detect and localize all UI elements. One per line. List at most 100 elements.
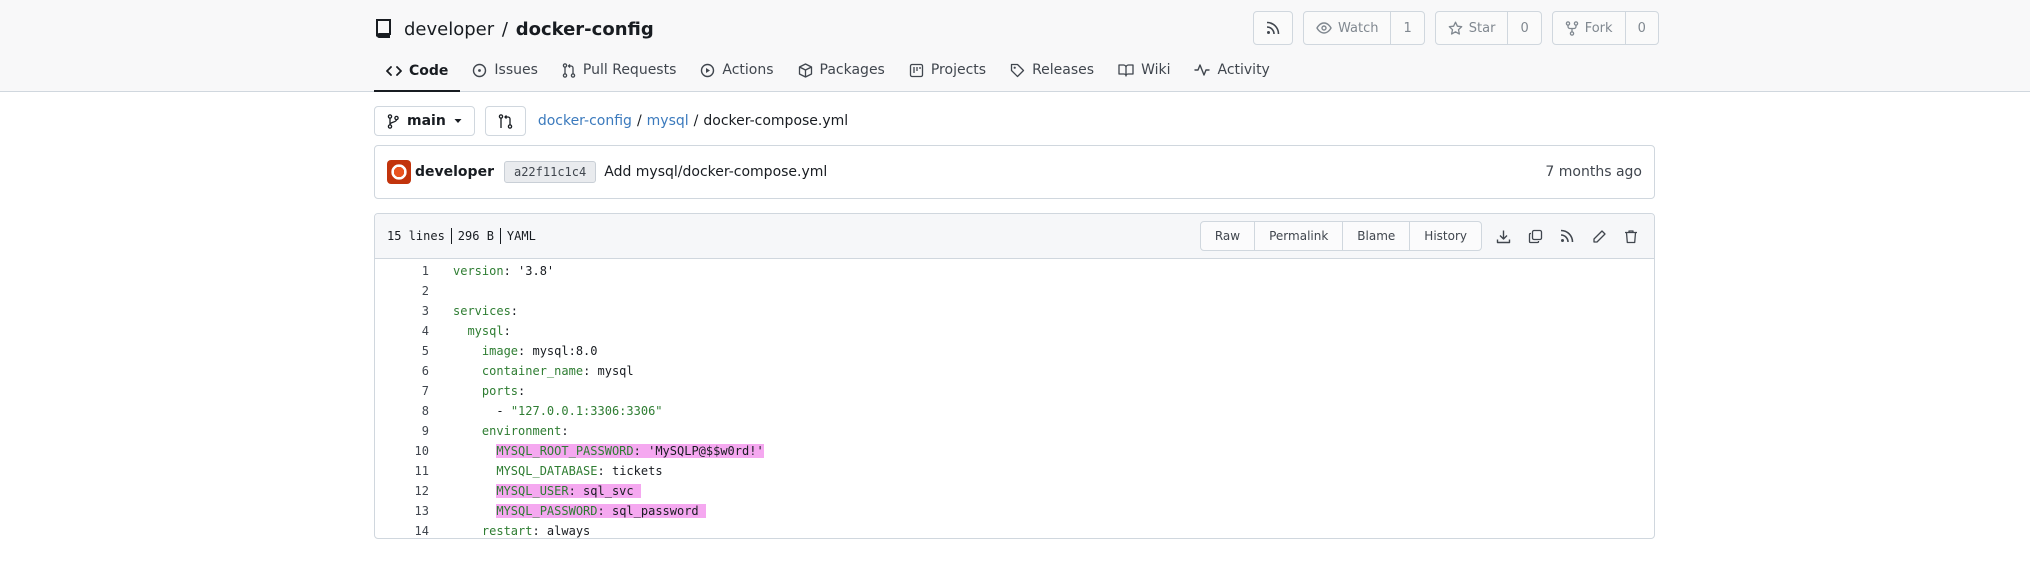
line-content: container_name: mysql — [453, 364, 634, 378]
fork-icon — [1565, 20, 1579, 36]
line-content: mysql: — [453, 324, 511, 338]
edit-pencil-icon[interactable] — [1588, 225, 1610, 247]
line-content: MYSQL_ROOT_PASSWORD: 'MySQLP@$$w0rd!' — [453, 444, 764, 458]
rss-feed-button[interactable] — [1253, 11, 1293, 45]
line-content: services: — [453, 304, 518, 318]
line-number[interactable]: 8 — [375, 404, 429, 418]
code-line: 2 — [375, 281, 1654, 301]
tab-actions[interactable]: Actions — [688, 50, 785, 90]
tab-pull-requests[interactable]: Pull Requests — [550, 50, 688, 90]
raw-button[interactable]: Raw — [1201, 222, 1254, 250]
fork-count[interactable]: 0 — [1624, 12, 1658, 44]
star-icon — [1448, 21, 1463, 36]
tab-activity-label: Activity — [1217, 62, 1270, 78]
code-line: 9 environment: — [375, 421, 1654, 441]
line-number[interactable]: 1 — [375, 264, 429, 278]
copy-icon[interactable] — [1524, 225, 1546, 247]
line-number[interactable]: 13 — [375, 504, 429, 518]
tab-code[interactable]: Code — [374, 50, 461, 92]
line-number[interactable]: 3 — [375, 304, 429, 318]
tab-projects[interactable]: Projects — [897, 50, 998, 90]
file-actions: Raw Permalink Blame History — [1199, 221, 1642, 251]
line-number[interactable]: 12 — [375, 484, 429, 498]
fork-button[interactable]: Fork 0 — [1551, 11, 1659, 45]
branch-dropdown[interactable]: main — [374, 106, 475, 136]
yaml-value: : — [510, 304, 519, 318]
repo-name-link[interactable]: docker-config — [516, 19, 654, 40]
issue-icon — [472, 63, 487, 78]
line-content: ports: — [453, 384, 525, 398]
yaml-key: MYSQL_DATABASE — [496, 464, 598, 478]
file-view: 15 lines 296 B YAML Raw Permalink Blame … — [374, 213, 1655, 539]
code-view: 1 version: '3.8' 2 3 services: 4 mysql: … — [375, 259, 1654, 538]
tab-activity[interactable]: Activity — [1182, 50, 1281, 90]
compare-button[interactable] — [484, 106, 526, 136]
star-button[interactable]: Star 0 — [1434, 11, 1542, 45]
code-icon — [386, 64, 402, 78]
watch-button[interactable]: Watch 1 — [1303, 11, 1425, 45]
tab-releases[interactable]: Releases — [998, 50, 1106, 90]
yaml-value: : tickets — [597, 464, 663, 478]
line-number[interactable]: 6 — [375, 364, 429, 378]
repo-separator: / — [501, 18, 508, 40]
code-line: 6 container_name: mysql — [375, 361, 1654, 381]
commit-time: 7 months ago — [1545, 164, 1642, 180]
commit-author-link[interactable]: developer — [415, 164, 494, 180]
line-number[interactable]: 2 — [375, 284, 429, 298]
line-number[interactable]: 11 — [375, 464, 429, 478]
line-content: MYSQL_USER: sql_svc — [453, 484, 641, 498]
repo-actions: Watch 1 Star 0 Fork 0 — [1253, 11, 1659, 45]
tab-pull-requests-label: Pull Requests — [582, 62, 677, 78]
breadcrumb-repo-link[interactable]: docker-config — [538, 113, 632, 129]
line-number[interactable]: 7 — [375, 384, 429, 398]
trash-icon[interactable] — [1620, 225, 1642, 247]
star-count[interactable]: 0 — [1507, 12, 1540, 44]
repo-title: developer / docker-config — [374, 14, 654, 44]
line-number[interactable]: 5 — [375, 344, 429, 358]
branch-name: main — [407, 113, 446, 129]
watch-count[interactable]: 1 — [1390, 12, 1423, 44]
tab-packages-label: Packages — [819, 62, 885, 78]
line-number[interactable]: 10 — [375, 444, 429, 458]
repo-icon — [374, 18, 394, 40]
code-line: 4 mysql: — [375, 321, 1654, 341]
permalink-button[interactable]: Permalink — [1254, 222, 1342, 250]
tab-wiki[interactable]: Wiki — [1106, 50, 1182, 90]
code-line: 8 - "127.0.0.1:3306:3306" — [375, 401, 1654, 421]
line-content: restart: always — [453, 524, 590, 538]
line-content: environment: — [453, 424, 569, 438]
line-number[interactable]: 9 — [375, 424, 429, 438]
commit-message[interactable]: Add mysql/docker-compose.yml — [604, 164, 827, 180]
tab-packages[interactable]: Packages — [786, 50, 897, 90]
yaml-value: : sql_password — [597, 504, 706, 518]
tab-issues[interactable]: Issues — [460, 50, 550, 90]
commit-sha-link[interactable]: a22f11c1c4 — [503, 161, 597, 183]
highlighted-secret: MYSQL_PASSWORD: sql_password — [496, 504, 706, 518]
download-icon[interactable] — [1492, 225, 1514, 247]
breadcrumb-dir-link[interactable]: mysql — [647, 113, 689, 129]
tab-code-label: Code — [409, 63, 449, 79]
eye-icon — [1316, 21, 1332, 35]
history-button[interactable]: History — [1409, 222, 1481, 250]
tab-wiki-label: Wiki — [1141, 62, 1171, 78]
code-line: 14 restart: always — [375, 521, 1654, 538]
repo-owner-link[interactable]: developer — [404, 19, 494, 40]
yaml-value: : — [503, 324, 511, 338]
file-line-count: 15 lines — [387, 229, 445, 243]
code-line: 13 MYSQL_PASSWORD: sql_password — [375, 501, 1654, 521]
code-line: 3 services: — [375, 301, 1654, 321]
code-line: 10 MYSQL_ROOT_PASSWORD: 'MySQLP@$$w0rd!' — [375, 441, 1654, 461]
line-number[interactable]: 14 — [375, 524, 429, 538]
line-number[interactable]: 4 — [375, 324, 429, 338]
fork-label: Fork — [1584, 20, 1613, 36]
package-icon — [798, 62, 813, 78]
rss-icon[interactable] — [1556, 225, 1578, 247]
highlighted-secret: MYSQL_USER: sql_svc — [496, 484, 641, 498]
avatar[interactable] — [387, 160, 411, 184]
blame-button[interactable]: Blame — [1342, 222, 1409, 250]
